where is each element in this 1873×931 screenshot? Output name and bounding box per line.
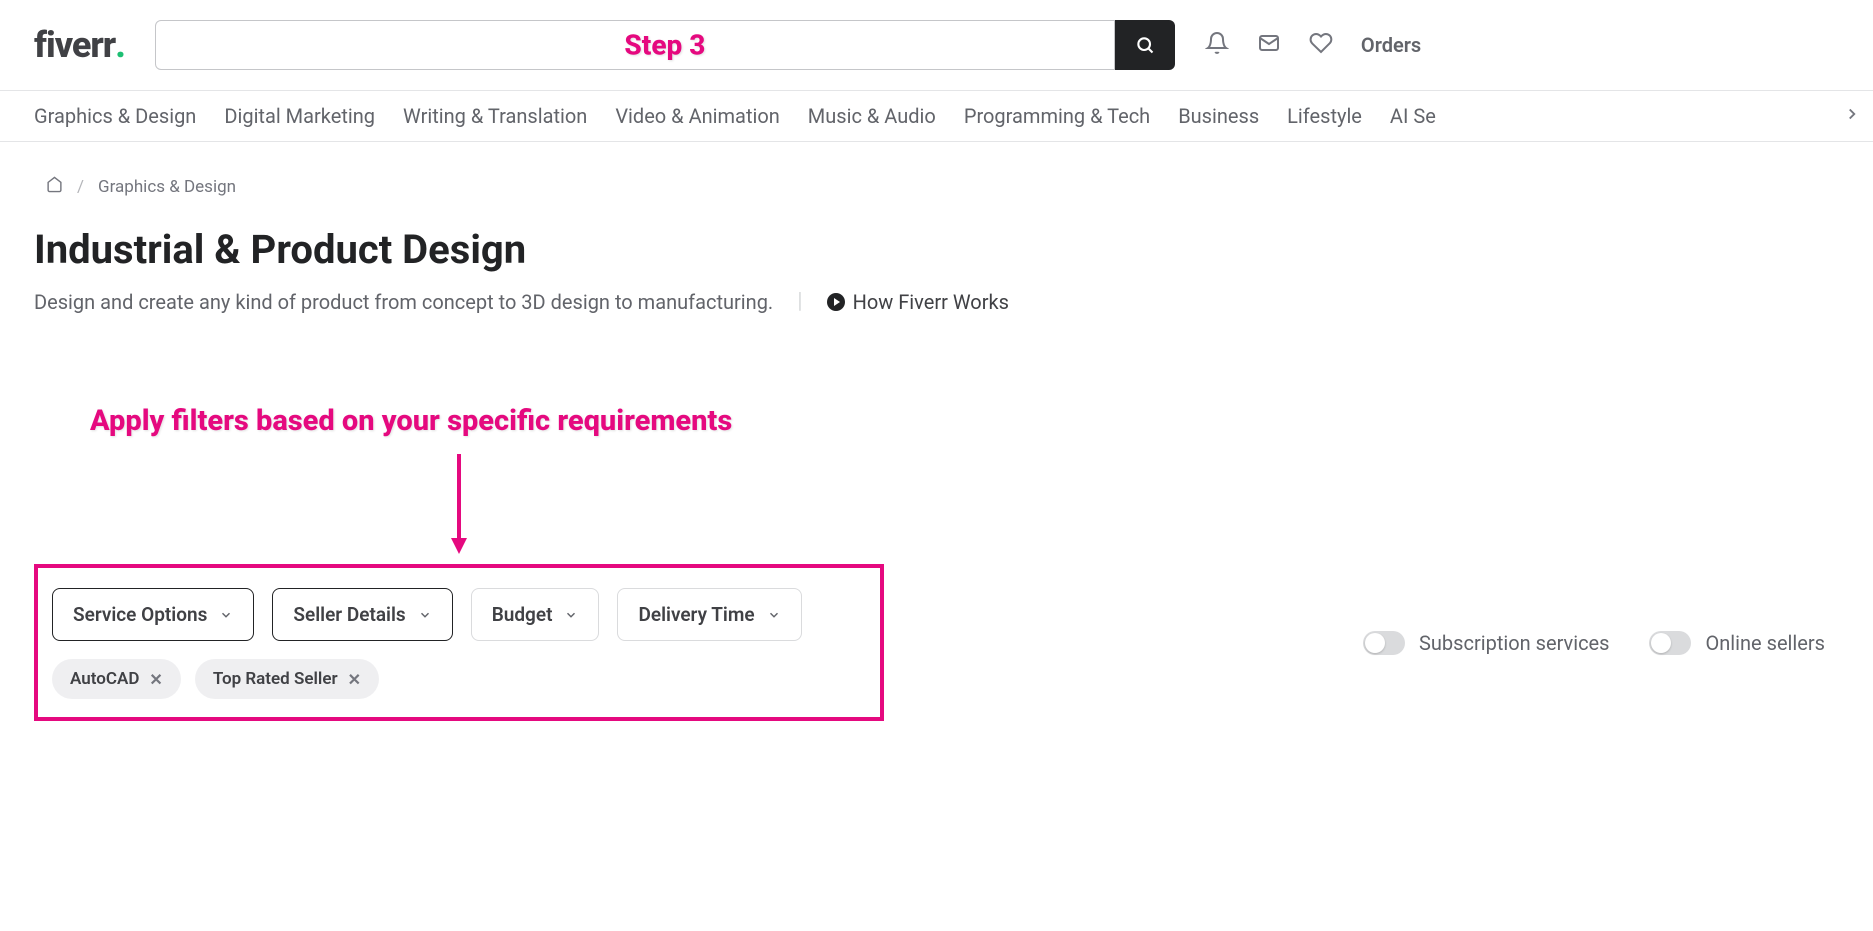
page-title: Industrial & Product Design xyxy=(34,226,1839,273)
search-icon xyxy=(1135,35,1155,55)
orders-link[interactable]: Orders xyxy=(1361,33,1421,57)
annotation-filters-note: Apply filters based on your specific req… xyxy=(90,404,1839,438)
chevron-down-icon xyxy=(564,608,578,622)
filter-seller-details[interactable]: Seller Details xyxy=(272,588,452,641)
nav-item-programming-tech[interactable]: Programming & Tech xyxy=(964,104,1150,128)
filter-label: Seller Details xyxy=(293,603,405,626)
filter-tags: AutoCAD ✕ Top Rated Seller ✕ xyxy=(52,659,866,699)
nav-item-video-animation[interactable]: Video & Animation xyxy=(615,104,779,128)
breadcrumb-separator: / xyxy=(77,177,84,197)
breadcrumb: / Graphics & Design xyxy=(46,176,1839,198)
how-fiverr-works-link[interactable]: How Fiverr Works xyxy=(827,290,1009,314)
toggle-knob xyxy=(1365,633,1385,653)
notifications-icon[interactable] xyxy=(1205,31,1229,59)
toggle-online: Online sellers xyxy=(1649,631,1825,655)
search-input[interactable] xyxy=(155,20,1115,70)
subtitle-divider: | xyxy=(797,289,802,314)
mail-icon[interactable] xyxy=(1257,31,1281,59)
filter-label: Delivery Time xyxy=(638,603,754,626)
content: / Graphics & Design Industrial & Product… xyxy=(0,142,1873,721)
nav-item-lifestyle[interactable]: Lifestyle xyxy=(1287,104,1362,128)
nav-item-music-audio[interactable]: Music & Audio xyxy=(808,104,936,128)
search-button[interactable] xyxy=(1115,20,1175,70)
filter-label: Budget xyxy=(492,603,553,626)
heart-icon[interactable] xyxy=(1309,31,1333,59)
chevron-down-icon xyxy=(219,608,233,622)
toggle-subscription: Subscription services xyxy=(1363,631,1609,655)
nav-item-graphics-design[interactable]: Graphics & Design xyxy=(34,104,196,128)
filters-highlight-box: Service Options Seller Details Budget De… xyxy=(34,564,884,721)
filter-delivery-time[interactable]: Delivery Time xyxy=(617,588,801,641)
toggle-subscription-switch[interactable] xyxy=(1363,631,1405,655)
page-subtitle: Design and create any kind of product fr… xyxy=(34,290,773,314)
filter-budget[interactable]: Budget xyxy=(471,588,600,641)
filter-service-options[interactable]: Service Options xyxy=(52,588,254,641)
toggles: Subscription services Online sellers xyxy=(1363,631,1825,655)
tag-remove[interactable]: ✕ xyxy=(149,670,162,689)
chevron-down-icon xyxy=(418,608,432,622)
breadcrumb-category[interactable]: Graphics & Design xyxy=(98,177,236,197)
toggle-knob xyxy=(1651,633,1671,653)
header: fiverr. Step 3 Orders xyxy=(0,0,1873,90)
play-icon xyxy=(827,293,845,311)
tag-label: AutoCAD xyxy=(70,669,139,689)
nav-bar: Graphics & Design Digital Marketing Writ… xyxy=(0,90,1873,142)
tag-label: Top Rated Seller xyxy=(213,669,338,689)
arrow-down-icon xyxy=(449,454,469,554)
nav-item-business[interactable]: Business xyxy=(1178,104,1259,128)
home-icon xyxy=(46,176,63,193)
filter-dropdowns: Service Options Seller Details Budget De… xyxy=(52,588,866,641)
breadcrumb-home[interactable] xyxy=(46,176,63,198)
annotation-area: Apply filters based on your specific req… xyxy=(34,404,1839,564)
search-container: Step 3 xyxy=(155,20,1175,70)
nav-item-digital-marketing[interactable]: Digital Marketing xyxy=(224,104,375,128)
filters-row: Service Options Seller Details Budget De… xyxy=(34,564,1839,721)
nav-item-writing-translation[interactable]: Writing & Translation xyxy=(403,104,587,128)
toggle-label: Online sellers xyxy=(1705,631,1825,655)
toggle-online-switch[interactable] xyxy=(1649,631,1691,655)
logo[interactable]: fiverr. xyxy=(34,24,125,66)
filter-label: Service Options xyxy=(73,603,207,626)
nav-scroll-right[interactable] xyxy=(1813,105,1861,127)
filter-tag-top-rated: Top Rated Seller ✕ xyxy=(195,659,379,699)
page-subtitle-row: Design and create any kind of product fr… xyxy=(34,289,1839,314)
how-works-label: How Fiverr Works xyxy=(853,290,1009,314)
header-icons: Orders xyxy=(1205,31,1421,59)
chevron-down-icon xyxy=(767,608,781,622)
nav-item-ai-services[interactable]: AI Se xyxy=(1390,104,1436,128)
chevron-right-icon xyxy=(1843,105,1861,123)
toggle-label: Subscription services xyxy=(1419,631,1609,655)
tag-remove[interactable]: ✕ xyxy=(348,670,361,689)
logo-dot: . xyxy=(115,24,125,66)
filter-tag-autocad: AutoCAD ✕ xyxy=(52,659,181,699)
logo-text: fiverr xyxy=(34,24,115,66)
